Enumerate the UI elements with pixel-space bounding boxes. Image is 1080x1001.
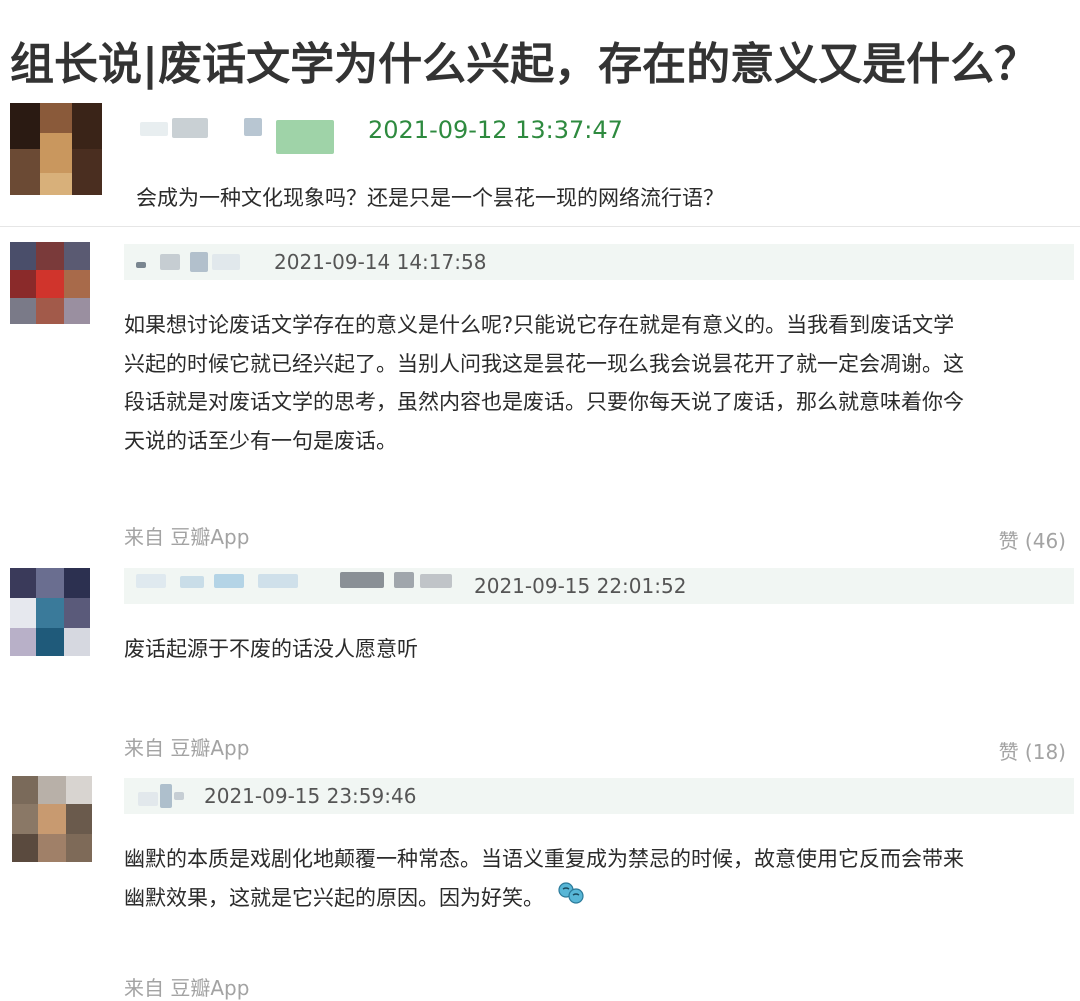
comment-timestamp: 2021-09-15 23:59:46 <box>204 784 417 808</box>
comment-body: 如果想讨论废话文学存在的意义是什么呢?只能说它存在就是有意义的。当我看到废话文学… <box>124 306 1074 460</box>
divider <box>0 226 1080 227</box>
comment-line: 兴起的时候它就已经兴起了。当别人问我这是昙花一现么我会说昙花开了就一定会凋谢。这 <box>124 351 964 376</box>
comment-header <box>124 244 1074 280</box>
like-button[interactable]: 赞 (18) <box>999 736 1066 765</box>
comment-line-text: 幽默效果，这就是它兴起的原因。因为好笑。 <box>124 885 544 910</box>
comment-line: 幽默的本质是戏剧化地颠覆一种常态。当语义重复成为禁忌的时候，故意使用它反而会带来 <box>124 847 964 871</box>
post-body: 会成为一种文化现象吗？还是只是一个昙花一现的网络流行语？ <box>136 186 724 210</box>
post-timestamp: 2021-09-12 13:37:47 <box>368 116 623 144</box>
comment-avatar[interactable] <box>10 242 90 324</box>
comment-line: 天说的话至少有一句是废话。 <box>124 428 397 453</box>
comment-timestamp: 2021-09-14 14:17:58 <box>274 250 487 274</box>
post-avatar[interactable] <box>10 103 102 195</box>
laughing-tears-icon <box>557 879 585 918</box>
comment-line: 废话起源于不废的话没人愿意听 <box>124 637 418 661</box>
comment-avatar[interactable] <box>12 776 92 862</box>
page-title: 组长说|废话文学为什么兴起，存在的意义又是什么？ <box>10 39 1039 90</box>
like-button[interactable]: 赞 (46) <box>999 525 1066 554</box>
comment-timestamp: 2021-09-15 22:01:52 <box>474 574 687 598</box>
comment-line: 如果想讨论废话文学存在的意义是什么呢?只能说它存在就是有意义的。当我看到废话文学 <box>124 313 955 337</box>
comment-body: 幽默的本质是戏剧化地颠覆一种常态。当语义重复成为禁忌的时候，故意使用它反而会带来… <box>124 840 1074 918</box>
comment-line: 幽默效果，这就是它兴起的原因。因为好笑。 <box>124 879 1074 918</box>
comment-source: 来自 豆瓣App <box>124 736 250 760</box>
comment-body: 废话起源于不废的话没人愿意听 <box>124 630 1074 669</box>
comment-source: 来自 豆瓣App <box>124 525 250 549</box>
comment-avatar[interactable] <box>10 568 90 656</box>
comment-line: 段话就是对废话文学的思考，虽然内容也是废话。只要你每天说了废话，那么就意味着你今 <box>124 390 964 414</box>
